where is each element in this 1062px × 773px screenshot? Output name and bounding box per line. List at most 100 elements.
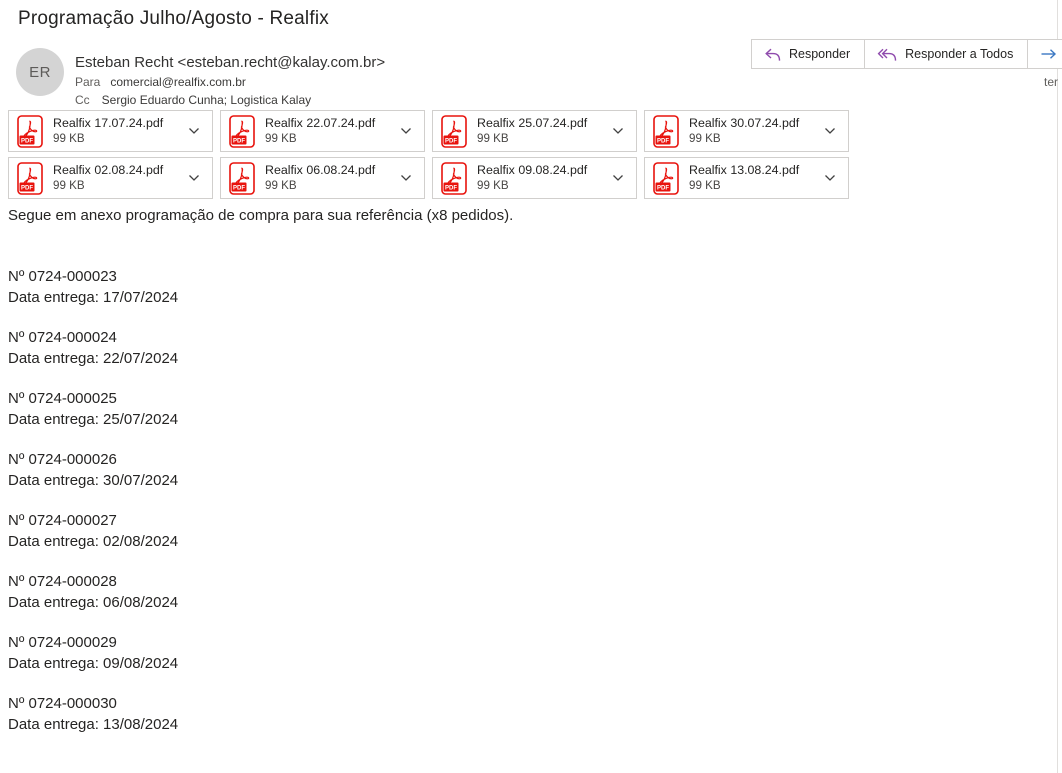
pdf-file-icon: PDF: [441, 115, 467, 148]
email-body: Segue em anexo programação de compra par…: [8, 205, 1038, 754]
attachment-info: Realfix 06.08.24.pdf 99 KB: [265, 163, 396, 193]
svg-text:PDF: PDF: [445, 138, 457, 144]
order-delivery-date: Data entrega: 30/07/2024: [8, 470, 1038, 491]
svg-text:PDF: PDF: [657, 185, 669, 191]
attachment-chip[interactable]: PDF Realfix 30.07.24.pdf 99 KB: [644, 110, 849, 152]
to-recipients[interactable]: comercial@realfix.com.br: [110, 74, 246, 90]
pdf-file-icon: PDF: [17, 115, 43, 148]
order-item: Nº 0724-000026 Data entrega: 30/07/2024: [8, 449, 1038, 491]
attachment-info: Realfix 09.08.24.pdf 99 KB: [477, 163, 608, 193]
attachment-name: Realfix 06.08.24.pdf: [265, 163, 396, 178]
attachment-info: Realfix 17.07.24.pdf 99 KB: [53, 116, 184, 146]
attachment-chip[interactable]: PDF Realfix 06.08.24.pdf 99 KB: [220, 157, 425, 199]
svg-text:PDF: PDF: [233, 138, 245, 144]
order-number: Nº 0724-000026: [8, 449, 1038, 470]
pane-edge-divider: [1057, 0, 1058, 773]
pdf-file-icon: PDF: [229, 115, 255, 148]
attachment-info: Realfix 22.07.24.pdf 99 KB: [265, 116, 396, 146]
body-intro: Segue em anexo programação de compra par…: [8, 205, 1038, 226]
attachment-chip[interactable]: PDF Realfix 09.08.24.pdf 99 KB: [432, 157, 637, 199]
svg-text:PDF: PDF: [657, 138, 669, 144]
cc-recipients[interactable]: Sergio Eduardo Cunha; Logistica Kalay: [102, 92, 311, 108]
forward-icon: [1040, 47, 1057, 61]
attachment-info: Realfix 25.07.24.pdf 99 KB: [477, 116, 608, 146]
chevron-down-icon[interactable]: [824, 174, 836, 182]
order-number: Nº 0724-000023: [8, 266, 1038, 287]
attachment-chip[interactable]: PDF Realfix 22.07.24.pdf 99 KB: [220, 110, 425, 152]
attachment-name: Realfix 17.07.24.pdf: [53, 116, 184, 131]
cc-label: Cc: [75, 92, 90, 108]
order-item: Nº 0724-000025 Data entrega: 25/07/2024: [8, 388, 1038, 430]
order-delivery-date: Data entrega: 17/07/2024: [8, 287, 1038, 308]
svg-text:PDF: PDF: [445, 185, 457, 191]
attachment-chip[interactable]: PDF Realfix 17.07.24.pdf 99 KB: [8, 110, 213, 152]
attachment-chip[interactable]: PDF Realfix 02.08.24.pdf 99 KB: [8, 157, 213, 199]
order-number: Nº 0724-000027: [8, 510, 1038, 531]
order-item: Nº 0724-000024 Data entrega: 22/07/2024: [8, 327, 1038, 369]
attachment-name: Realfix 13.08.24.pdf: [689, 163, 820, 178]
sender-name[interactable]: Esteban Recht <esteban.recht@kalay.com.b…: [75, 53, 385, 72]
order-item: Nº 0724-000028 Data entrega: 06/08/2024: [8, 571, 1038, 613]
order-item: Nº 0724-000023 Data entrega: 17/07/2024: [8, 266, 1038, 308]
attachment-size: 99 KB: [265, 179, 396, 193]
order-number: Nº 0724-000024: [8, 327, 1038, 348]
order-delivery-date: Data entrega: 25/07/2024: [8, 409, 1038, 430]
to-label: Para: [75, 74, 100, 90]
attachment-name: Realfix 22.07.24.pdf: [265, 116, 396, 131]
attachment-info: Realfix 30.07.24.pdf 99 KB: [689, 116, 820, 146]
order-delivery-date: Data entrega: 02/08/2024: [8, 531, 1038, 552]
attachment-name: Realfix 25.07.24.pdf: [477, 116, 608, 131]
attachment-size: 99 KB: [477, 132, 608, 146]
message-actions: Responder Responder a Todos Encaminhar: [751, 39, 1062, 69]
attachment-size: 99 KB: [689, 132, 820, 146]
chevron-down-icon[interactable]: [188, 127, 200, 135]
svg-text:PDF: PDF: [21, 185, 33, 191]
cc-line: Cc Sergio Eduardo Cunha; Logistica Kalay: [75, 92, 385, 108]
pdf-file-icon: PDF: [653, 115, 679, 148]
reply-icon: [764, 47, 781, 62]
reply-all-button[interactable]: Responder a Todos: [864, 39, 1028, 69]
chevron-down-icon[interactable]: [824, 127, 836, 135]
reply-all-icon: [877, 47, 897, 62]
pdf-file-icon: PDF: [653, 162, 679, 195]
order-delivery-date: Data entrega: 09/08/2024: [8, 653, 1038, 674]
reply-button[interactable]: Responder: [751, 39, 865, 69]
attachment-name: Realfix 09.08.24.pdf: [477, 163, 608, 178]
attachment-chip[interactable]: PDF Realfix 25.07.24.pdf 99 KB: [432, 110, 637, 152]
attachment-info: Realfix 02.08.24.pdf 99 KB: [53, 163, 184, 193]
attachment-name: Realfix 02.08.24.pdf: [53, 163, 184, 178]
chevron-down-icon[interactable]: [612, 174, 624, 182]
email-reading-pane: Programação Julho/Agosto - Realfix ER Es…: [0, 0, 1062, 773]
pdf-file-icon: PDF: [229, 162, 255, 195]
chevron-down-icon[interactable]: [400, 174, 412, 182]
avatar-initials: ER: [29, 64, 51, 81]
chevron-down-icon[interactable]: [400, 127, 412, 135]
pdf-file-icon: PDF: [17, 162, 43, 195]
order-delivery-date: Data entrega: 06/08/2024: [8, 592, 1038, 613]
order-number: Nº 0724-000028: [8, 571, 1038, 592]
attachments-list: PDF Realfix 17.07.24.pdf 99 KB PDF Realf…: [8, 110, 1048, 204]
attachment-name: Realfix 30.07.24.pdf: [689, 116, 820, 131]
attachment-info: Realfix 13.08.24.pdf 99 KB: [689, 163, 820, 193]
email-subject: Programação Julho/Agosto - Realfix: [18, 8, 329, 30]
attachment-chip[interactable]: PDF Realfix 13.08.24.pdf 99 KB: [644, 157, 849, 199]
order-number: Nº 0724-000029: [8, 632, 1038, 653]
received-date-truncated: ter: [1044, 75, 1058, 89]
avatar[interactable]: ER: [16, 48, 64, 96]
attachment-size: 99 KB: [53, 132, 184, 146]
chevron-down-icon[interactable]: [188, 174, 200, 182]
reply-button-label: Responder: [789, 47, 850, 61]
order-number: Nº 0724-000030: [8, 693, 1038, 714]
forward-button[interactable]: Encaminhar: [1027, 39, 1062, 69]
pdf-file-icon: PDF: [441, 162, 467, 195]
attachment-size: 99 KB: [477, 179, 608, 193]
chevron-down-icon[interactable]: [612, 127, 624, 135]
attachment-size: 99 KB: [265, 132, 396, 146]
to-line: Para comercial@realfix.com.br: [75, 74, 385, 90]
order-item: Nº 0724-000030 Data entrega: 13/08/2024: [8, 693, 1038, 735]
order-delivery-date: Data entrega: 13/08/2024: [8, 714, 1038, 735]
svg-text:PDF: PDF: [233, 185, 245, 191]
order-item: Nº 0724-000029 Data entrega: 09/08/2024: [8, 632, 1038, 674]
order-delivery-date: Data entrega: 22/07/2024: [8, 348, 1038, 369]
order-item: Nº 0724-000027 Data entrega: 02/08/2024: [8, 510, 1038, 552]
